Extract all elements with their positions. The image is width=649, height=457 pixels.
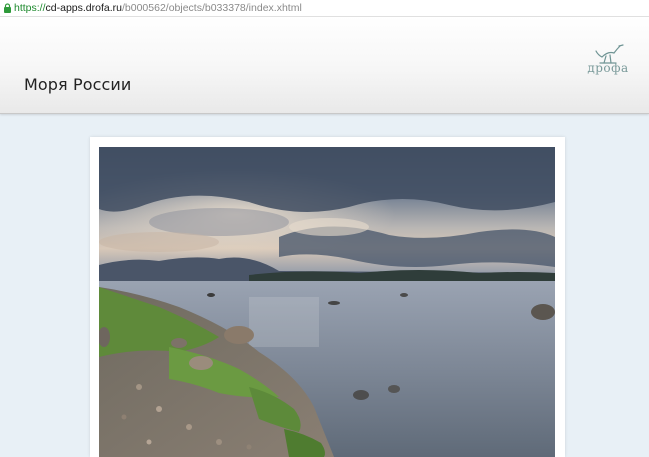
lock-icon xyxy=(4,3,11,13)
url-path: /b000562/objects/b033378/index.xhtml xyxy=(121,2,302,14)
address-url[interactable]: https://cd-apps.drofa.ru/b000562/objects… xyxy=(14,0,302,16)
page-title: Моря России xyxy=(24,75,132,94)
page-header: Моря России дрофа xyxy=(0,17,649,114)
sea-shore-photo xyxy=(99,147,555,457)
url-host: cd-apps.drofa.ru xyxy=(45,2,122,14)
browser-address-bar[interactable]: https://cd-apps.drofa.ru/b000562/objects… xyxy=(0,0,649,17)
logo-text: дрофа xyxy=(587,61,629,75)
url-scheme: https:// xyxy=(14,2,46,14)
image-card xyxy=(90,137,565,457)
